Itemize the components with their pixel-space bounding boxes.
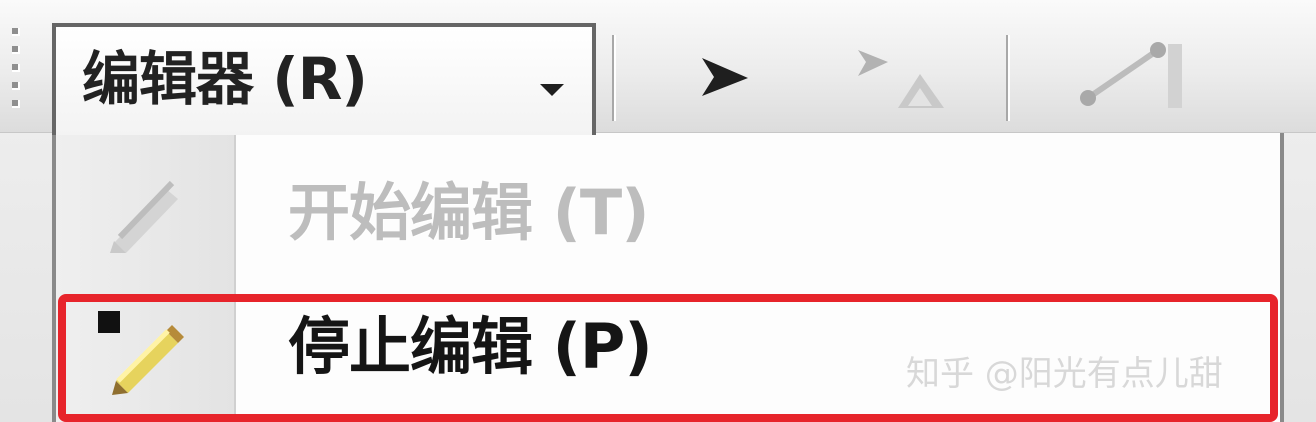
menu-item-start-editing[interactable]: 开始编辑 (T) xyxy=(56,149,1280,277)
chevron-down-icon xyxy=(540,84,564,96)
line-tool-button[interactable] xyxy=(1070,40,1182,112)
grip-dot xyxy=(12,100,20,108)
edit-vertex-tool-button[interactable] xyxy=(850,40,944,112)
grip-dot xyxy=(12,64,20,72)
editor-menu-label: 编辑器 (R) xyxy=(82,45,368,113)
edit-vertex-icon xyxy=(858,50,944,108)
line-tool-icon xyxy=(1080,42,1182,108)
toolbar-separator xyxy=(612,35,616,121)
grip-dot xyxy=(12,28,20,36)
pencil-icon xyxy=(110,180,178,253)
toolbar-separator xyxy=(1006,35,1010,121)
grip-dot xyxy=(12,46,20,54)
select-arrow-icon xyxy=(702,58,748,96)
grip-dot xyxy=(12,82,20,90)
editor-menu-button[interactable]: 编辑器 (R) xyxy=(52,23,596,135)
menu-item-label: 开始编辑 (T) xyxy=(288,176,650,249)
toolbar-grip[interactable] xyxy=(8,28,22,122)
editor-menu-screenshot: 编辑器 (R) 开始编辑 (T) 停止编辑 (P) 知乎 @阳光有点儿甜 xyxy=(0,0,1316,422)
select-tool-button[interactable] xyxy=(690,40,762,112)
toolbar: 编辑器 (R) xyxy=(0,0,1316,135)
watermark: 知乎 @阳光有点儿甜 xyxy=(906,354,1223,394)
